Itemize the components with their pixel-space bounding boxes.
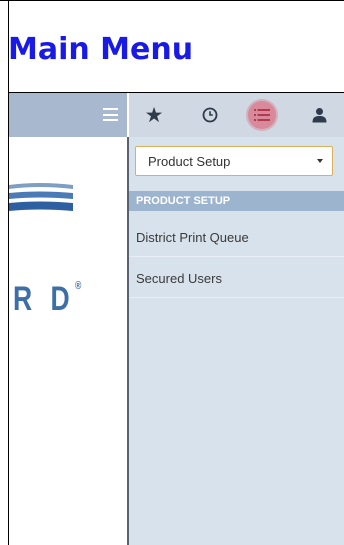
page: Main Menu ★ R D® Product Setup PRODUCT S…	[0, 0, 344, 545]
menu-item-district-print-queue[interactable]: District Print Queue	[129, 219, 344, 257]
logo: R D®	[13, 280, 81, 319]
list-icon[interactable]	[248, 101, 276, 129]
product-dropdown[interactable]: Product Setup	[135, 146, 333, 176]
logo-stripes-icon	[9, 183, 73, 211]
caret-down-icon	[317, 159, 323, 163]
section-header: PRODUCT SETUP	[129, 191, 344, 211]
dropdown-selected-label: Product Setup	[148, 154, 231, 169]
left-panel: R D®	[9, 137, 127, 545]
star-icon[interactable]: ★	[141, 102, 167, 128]
hamburger-icon[interactable]	[103, 108, 118, 121]
left-toolbar	[9, 93, 127, 137]
registered-mark: ®	[75, 280, 82, 292]
right-toolbar: ★	[129, 93, 344, 137]
page-title: Main Menu	[8, 32, 194, 67]
top-border	[0, 0, 344, 1]
logo-text: R D	[13, 280, 76, 318]
menu-item-secured-users[interactable]: Secured Users	[129, 260, 344, 298]
user-icon[interactable]	[306, 102, 332, 128]
menu-panel: Product Setup PRODUCT SETUP District Pri…	[129, 137, 344, 545]
clock-icon[interactable]	[197, 102, 223, 128]
